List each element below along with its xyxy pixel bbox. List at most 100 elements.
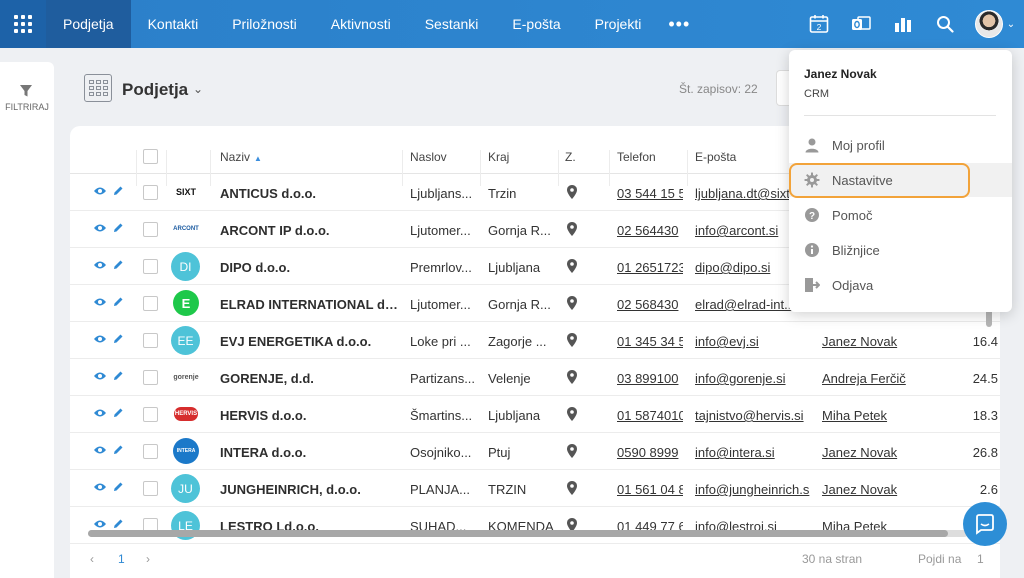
row-checkbox[interactable]	[143, 222, 158, 237]
company-owner[interactable]: Janez Novak	[822, 445, 932, 460]
map-pin-icon[interactable]	[567, 407, 577, 421]
map-pin-icon[interactable]	[567, 481, 577, 495]
chat-button[interactable]	[963, 502, 1007, 546]
company-name[interactable]: DIPO d.o.o.	[220, 260, 398, 275]
company-phone[interactable]: 01 561 04 8	[617, 482, 683, 497]
column-header-z[interactable]: Z.	[565, 150, 576, 164]
apps-menu-button[interactable]	[0, 0, 46, 48]
outlook-button[interactable]	[840, 0, 882, 48]
company-email[interactable]: info@intera.si	[695, 445, 813, 460]
row-checkbox[interactable]	[143, 407, 158, 422]
per-page-select[interactable]: 30 na stran	[802, 552, 862, 566]
map-pin-icon[interactable]	[567, 222, 577, 236]
edit-pencil-icon[interactable]	[112, 444, 124, 456]
select-all-checkbox[interactable]	[143, 149, 158, 164]
edit-pencil-icon[interactable]	[112, 296, 124, 308]
edit-pencil-icon[interactable]	[112, 185, 124, 197]
company-name[interactable]: ELRAD INTERNATIONAL d....	[220, 297, 398, 312]
table-row[interactable]: EE EVJ ENERGETIKA d.o.o. Loke pri ... Zagor…	[70, 322, 1000, 359]
view-eye-icon[interactable]	[93, 445, 107, 455]
view-eye-icon[interactable]	[93, 482, 107, 492]
menu-item-help[interactable]: ? Pomoč	[789, 198, 1012, 232]
user-menu-button[interactable]: ⌄	[966, 0, 1024, 48]
nav-podjetja[interactable]: Podjetja	[46, 0, 131, 48]
company-name[interactable]: ARCONT IP d.o.o.	[220, 223, 398, 238]
horizontal-scrollbar[interactable]	[88, 530, 968, 537]
company-owner[interactable]: Janez Novak	[822, 334, 932, 349]
company-name[interactable]: HERVIS d.o.o.	[220, 408, 398, 423]
menu-item-shortcuts[interactable]: Bližnjice	[789, 233, 1012, 267]
sort-icon[interactable]: ▲	[254, 154, 262, 163]
filter-icon[interactable]	[19, 84, 33, 98]
goto-page-input[interactable]: 1	[977, 552, 984, 566]
edit-pencil-icon[interactable]	[112, 518, 124, 530]
column-header-telefon[interactable]: Telefon	[617, 150, 656, 164]
nav-sestanki[interactable]: Sestanki	[408, 0, 496, 48]
map-pin-icon[interactable]	[567, 259, 577, 273]
company-email[interactable]: info@evj.si	[695, 334, 813, 349]
row-checkbox[interactable]	[143, 481, 158, 496]
edit-pencil-icon[interactable]	[112, 370, 124, 382]
company-email[interactable]: info@gorenje.si	[695, 371, 813, 386]
company-name[interactable]: ANTICUS d.o.o.	[220, 186, 398, 201]
menu-item-logout[interactable]: Odjava	[789, 268, 1012, 302]
view-eye-icon[interactable]	[93, 519, 107, 529]
nav-kontakti[interactable]: Kontakti	[131, 0, 216, 48]
company-phone[interactable]: 01 345 34 5	[617, 334, 683, 349]
company-phone[interactable]: 02 564430	[617, 223, 683, 238]
map-pin-icon[interactable]	[567, 296, 577, 310]
company-owner[interactable]: Janez Novak	[822, 482, 932, 497]
scrollbar-thumb[interactable]	[88, 530, 948, 537]
map-pin-icon[interactable]	[567, 444, 577, 458]
map-pin-icon[interactable]	[567, 370, 577, 384]
view-eye-icon[interactable]	[93, 260, 107, 270]
map-pin-icon[interactable]	[567, 185, 577, 199]
company-phone[interactable]: 02 568430	[617, 297, 683, 312]
company-phone[interactable]: 03 544 15 5	[617, 186, 683, 201]
edit-pencil-icon[interactable]	[112, 407, 124, 419]
company-name[interactable]: GORENJE, d.d.	[220, 371, 398, 386]
search-button[interactable]	[924, 0, 966, 48]
company-email[interactable]: tajnistvo@hervis.si	[695, 408, 813, 423]
nav-eposta[interactable]: E-pošta	[495, 0, 577, 48]
view-eye-icon[interactable]	[93, 334, 107, 344]
edit-pencil-icon[interactable]	[112, 222, 124, 234]
map-pin-icon[interactable]	[567, 333, 577, 347]
table-row[interactable]: JU JUNGHEINRICH, d.o.o. PLANJA... TRZIN 01 5…	[70, 470, 1000, 507]
view-eye-icon[interactable]	[93, 371, 107, 381]
company-name[interactable]: EVJ ENERGETIKA d.o.o.	[220, 334, 398, 349]
company-email[interactable]: info@jungheinrich.s	[695, 482, 813, 497]
row-checkbox[interactable]	[143, 444, 158, 459]
current-page[interactable]: 1	[118, 552, 125, 566]
row-checkbox[interactable]	[143, 185, 158, 200]
company-phone[interactable]: 03 899100	[617, 371, 683, 386]
row-checkbox[interactable]	[143, 370, 158, 385]
nav-more-button[interactable]: •••	[658, 0, 700, 48]
table-row[interactable]: gorenje GORENJE, d.d. Partizans... Velenje 0…	[70, 359, 1000, 396]
company-owner[interactable]: Andreja Ferčič	[822, 371, 932, 386]
row-checkbox[interactable]	[143, 259, 158, 274]
company-phone[interactable]: 01 5874010	[617, 408, 683, 423]
edit-pencil-icon[interactable]	[112, 333, 124, 345]
company-phone[interactable]: 0590 8999	[617, 445, 683, 460]
row-checkbox[interactable]	[143, 296, 158, 311]
column-header-kraj[interactable]: Kraj	[488, 150, 509, 164]
reports-button[interactable]	[882, 0, 924, 48]
table-row[interactable]: LE LESTRO Ld.o.o. SUHAD... KOMENDA 01 449 77…	[70, 507, 1000, 544]
column-header-naziv[interactable]: Naziv ▲	[220, 150, 262, 164]
table-row[interactable]: HERVIS HERVIS d.o.o. Šmartins... Ljubljana 0…	[70, 396, 1000, 433]
view-eye-icon[interactable]	[93, 408, 107, 418]
page-title[interactable]: Podjetja	[122, 80, 188, 100]
calendar-button[interactable]: 2	[798, 0, 840, 48]
view-eye-icon[interactable]	[93, 223, 107, 233]
table-row[interactable]: INTERA INTERA d.o.o. Osojniko... Ptuj 0590 8…	[70, 433, 1000, 470]
column-header-eposta[interactable]: E-pošta	[695, 150, 736, 164]
company-name[interactable]: INTERA d.o.o.	[220, 445, 398, 460]
nav-priloznosti[interactable]: Priložnosti	[215, 0, 314, 48]
prev-page-button[interactable]: ‹	[90, 552, 94, 566]
nav-projekti[interactable]: Projekti	[578, 0, 659, 48]
menu-item-profile[interactable]: Moj profil	[789, 128, 1012, 162]
company-phone[interactable]: 01 2651723	[617, 260, 683, 275]
filter-button[interactable]: FILTRIRAJ	[0, 102, 54, 112]
next-page-button[interactable]: ›	[146, 552, 150, 566]
